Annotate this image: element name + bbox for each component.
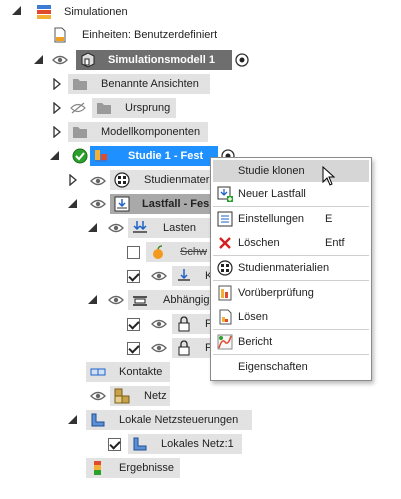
- force-icon: [178, 269, 190, 281]
- visibility-eye-icon[interactable]: [108, 222, 124, 234]
- collapse-triangle-icon[interactable]: [53, 102, 61, 114]
- menu-separator: [213, 280, 369, 281]
- menu-item-label: Einstellungen: [238, 213, 305, 225]
- radio-active-icon[interactable]: [234, 52, 250, 68]
- menu-separator: [213, 329, 369, 330]
- expand-triangle-icon[interactable]: [88, 295, 98, 305]
- lock-icon: [178, 316, 190, 332]
- collapse-triangle-icon[interactable]: [53, 78, 61, 90]
- status-ok-icon: [72, 148, 88, 164]
- collapse-triangle-icon[interactable]: [69, 174, 77, 186]
- menu-item-label: Neuer Lastfall: [238, 188, 306, 200]
- materials-icon: [114, 172, 130, 188]
- menu-item-solve[interactable]: Lösen: [213, 306, 369, 328]
- contacts-icon: [90, 368, 106, 376]
- menu-separator: [213, 354, 369, 355]
- tree-item-study[interactable]: Studie 1 - Fest: [128, 146, 203, 166]
- expand-triangle-icon[interactable]: [68, 415, 78, 425]
- materials-icon: [217, 260, 233, 276]
- tree-item-dependent[interactable]: Abhängig: [163, 290, 210, 310]
- expand-triangle-icon[interactable]: [88, 223, 98, 233]
- results-icon: [94, 461, 101, 475]
- expand-triangle-icon[interactable]: [12, 6, 22, 16]
- tree-item-loads[interactable]: Lasten: [163, 218, 196, 238]
- folder-icon: [73, 127, 87, 138]
- menu-item-study-materials[interactable]: Studienmaterialien: [213, 257, 369, 279]
- load-checkbox[interactable]: [127, 270, 140, 283]
- tree-item-local-mesh-controls[interactable]: Lokale Netzsteuerungen: [119, 410, 238, 430]
- folder-icon: [73, 79, 87, 90]
- settings-list-icon: [217, 211, 233, 227]
- menu-separator: [213, 255, 369, 256]
- tree-item-simulation-model[interactable]: Simulationsmodell 1: [108, 50, 215, 70]
- visibility-eye-icon[interactable]: [151, 318, 167, 330]
- constraint-checkbox[interactable]: [127, 342, 140, 355]
- menu-item-label: Eigenschaften: [238, 361, 308, 373]
- visibility-eye-icon[interactable]: [90, 175, 106, 187]
- menu-item-label: Löschen: [238, 237, 280, 249]
- folder-icon: [97, 103, 111, 114]
- local-mesh-icon: [133, 437, 147, 451]
- report-icon: [217, 334, 233, 350]
- tree-item-study-materials[interactable]: Studienmateri: [144, 170, 210, 190]
- tree-item-results[interactable]: Ergebnisse: [119, 458, 174, 478]
- tree-item-origin[interactable]: Ursprung: [125, 98, 170, 118]
- expand-triangle-icon[interactable]: [68, 199, 78, 209]
- mouse-cursor-icon: [322, 166, 336, 186]
- hidden-eye-icon[interactable]: [70, 102, 86, 114]
- constraints-icon: [133, 296, 147, 306]
- visibility-eye-icon[interactable]: [151, 270, 167, 282]
- visibility-eye-icon[interactable]: [108, 294, 124, 306]
- collapse-triangle-icon[interactable]: [53, 126, 61, 138]
- gravity-icon: [153, 245, 163, 259]
- context-menu: Studie klonen Neuer Lastfall Einstellung…: [210, 157, 372, 381]
- menu-item-precheck[interactable]: Vorüberprüfung: [213, 282, 369, 304]
- tree-item-gravity[interactable]: Schw: [180, 242, 210, 262]
- expand-triangle-icon[interactable]: [50, 151, 60, 161]
- model-icon: [81, 52, 95, 68]
- visibility-eye-icon[interactable]: [90, 390, 106, 402]
- tree-item-loadcase[interactable]: Lastfall - Fes: [142, 194, 210, 214]
- local-mesh-checkbox[interactable]: [108, 438, 121, 451]
- precheck-icon: [218, 285, 232, 301]
- menu-item-shortcut: Entf: [325, 237, 345, 249]
- menu-item-label: Lösen: [238, 311, 268, 323]
- visibility-eye-icon[interactable]: [90, 198, 106, 210]
- menu-item-label: Studie klonen: [238, 165, 305, 177]
- gravity-checkbox[interactable]: [127, 246, 140, 259]
- expand-triangle-icon[interactable]: [34, 55, 44, 65]
- tree-item-mesh[interactable]: Netz: [144, 386, 167, 406]
- visibility-eye-icon[interactable]: [52, 54, 68, 66]
- tree-item-contacts[interactable]: Kontakte: [119, 362, 162, 382]
- loadcase-icon: [114, 196, 130, 212]
- visibility-eye-icon[interactable]: [151, 342, 167, 354]
- new-loadcase-icon: [217, 186, 233, 202]
- solve-icon: [219, 309, 232, 325]
- local-mesh-icon: [91, 413, 105, 427]
- delete-icon: [219, 237, 231, 249]
- menu-item-new-loadcase[interactable]: Neuer Lastfall: [213, 183, 369, 205]
- tree-item-local-mesh[interactable]: Lokales Netz:1: [161, 434, 234, 454]
- simulation-icon: [37, 5, 51, 19]
- menu-item-report[interactable]: Bericht: [213, 331, 369, 353]
- study-icon: [95, 150, 107, 162]
- menu-item-label: Vorüberprüfung: [238, 287, 314, 299]
- menu-item-properties[interactable]: Eigenschaften: [213, 356, 369, 378]
- menu-separator: [213, 206, 369, 207]
- constraint-checkbox[interactable]: [127, 318, 140, 331]
- menu-item-label: Studienmaterialien: [238, 262, 330, 274]
- menu-item-settings[interactable]: Einstellungen E: [213, 208, 369, 230]
- tree-item-simulations[interactable]: Simulationen: [64, 2, 128, 22]
- mesh-icon: [114, 388, 130, 404]
- tree-item-model-components[interactable]: Modellkomponenten: [101, 122, 200, 142]
- tree-item-named-views[interactable]: Benannte Ansichten: [101, 74, 199, 94]
- menu-item-shortcut: E: [325, 213, 333, 225]
- lock-icon: [178, 340, 190, 356]
- menu-item-delete[interactable]: Löschen Entf: [213, 232, 369, 254]
- menu-item-clone-study[interactable]: Studie klonen: [213, 160, 369, 182]
- units-icon: [54, 27, 66, 43]
- loads-icon: [133, 221, 147, 233]
- tree-item-units[interactable]: Einheiten: Benutzerdefiniert: [82, 25, 217, 45]
- menu-item-label: Bericht: [238, 336, 273, 348]
